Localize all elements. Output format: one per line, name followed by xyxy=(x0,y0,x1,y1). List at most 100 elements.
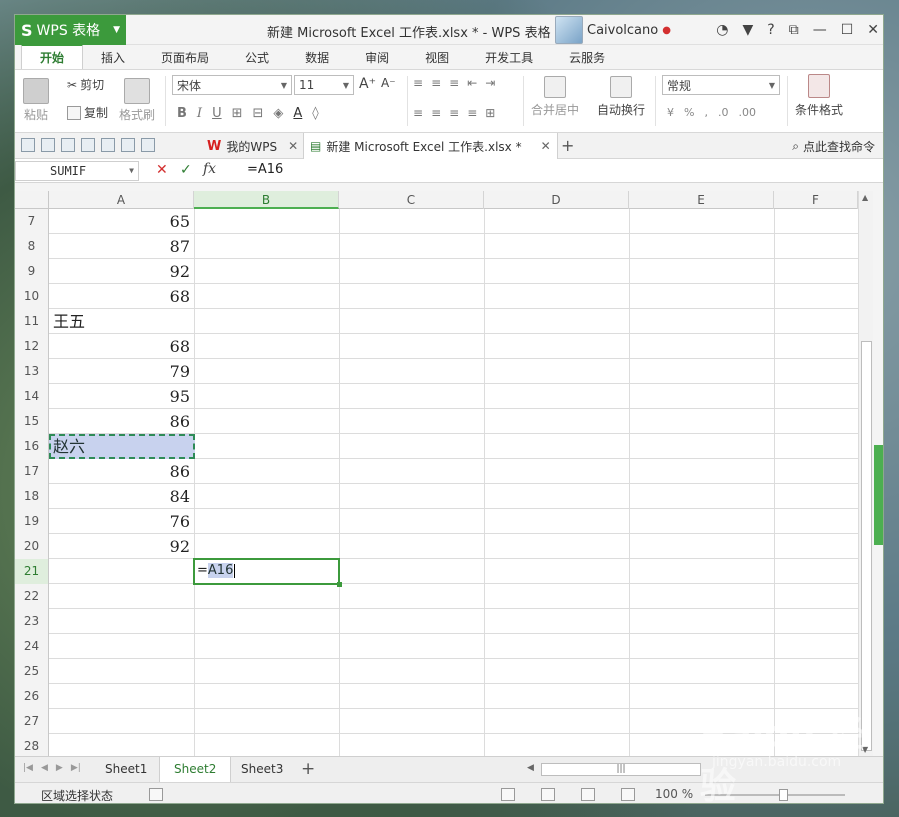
check-icon[interactable]: ✓ xyxy=(180,162,192,178)
cell-a17[interactable]: 86 xyxy=(49,459,194,484)
clear-format-icon[interactable]: ◊ xyxy=(312,106,318,121)
fill-handle[interactable] xyxy=(337,582,342,587)
close-icon[interactable]: ✕ xyxy=(541,139,551,153)
row-header[interactable]: 27 xyxy=(15,709,49,734)
align-middle-icon[interactable]: ≡ xyxy=(431,76,441,90)
chevron-down-icon[interactable]: ▼ xyxy=(129,162,134,180)
font-name-select[interactable]: 宋体 ▼ xyxy=(172,75,292,95)
select-all-corner[interactable] xyxy=(15,191,49,209)
name-box[interactable]: SUMIF ▼ xyxy=(15,161,139,181)
indent-increase-icon[interactable]: ⇥ xyxy=(485,76,495,90)
cell-a8[interactable]: 87 xyxy=(49,234,194,259)
page-break-view-icon[interactable] xyxy=(581,788,595,801)
row-header[interactable]: 11 xyxy=(15,309,49,334)
macro-icon[interactable] xyxy=(149,788,163,801)
cell-a13[interactable]: 79 xyxy=(49,359,194,384)
copy-button[interactable]: 复制 xyxy=(67,104,108,121)
column-header-a[interactable]: A xyxy=(49,191,194,209)
row-header[interactable]: 8 xyxy=(15,234,49,259)
tab-insert[interactable]: 插入 xyxy=(83,46,143,69)
row-header[interactable]: 10 xyxy=(15,284,49,309)
tab-page-layout[interactable]: 页面布局 xyxy=(143,46,227,69)
maximize-button[interactable]: ☐ xyxy=(841,22,854,38)
doc-tab-workbook[interactable]: ▤ 新建 Microsoft Excel 工作表.xlsx * ✕ xyxy=(303,133,558,159)
row-header[interactable]: 21 xyxy=(15,559,49,584)
row-header[interactable]: 26 xyxy=(15,684,49,709)
border-icon[interactable]: ⊞ xyxy=(232,106,243,121)
column-header-c[interactable]: C xyxy=(339,191,484,209)
align-top-icon[interactable]: ≡ xyxy=(413,76,423,90)
column-header-d[interactable]: D xyxy=(484,191,629,209)
row-header[interactable]: 9 xyxy=(15,259,49,284)
formula-input[interactable]: =A16 xyxy=(247,162,283,177)
fill-color-icon[interactable]: ◈ xyxy=(273,106,283,121)
find-command-button[interactable]: ⌕ 点此查找命令 xyxy=(792,138,875,155)
align-right-icon[interactable]: ≡ xyxy=(449,106,459,120)
scroll-thumb[interactable]: ||| xyxy=(541,763,701,776)
vertical-scrollbar[interactable]: ▲ ▼ xyxy=(858,191,873,756)
conditional-format-button[interactable]: 条件格式 xyxy=(795,74,843,118)
row-header[interactable]: 18 xyxy=(15,484,49,509)
insert-function-icon[interactable]: fx xyxy=(203,161,216,177)
scroll-left-icon[interactable]: ◀ xyxy=(527,763,534,773)
cell-editor[interactable]: =A16 xyxy=(197,563,236,578)
last-sheet-icon[interactable]: ▶| xyxy=(71,763,81,773)
tab-review[interactable]: 审阅 xyxy=(347,46,407,69)
merge-center-button[interactable]: 合并居中 xyxy=(531,76,579,118)
cell-a19[interactable]: 76 xyxy=(49,509,194,534)
tab-formulas[interactable]: 公式 xyxy=(227,46,287,69)
merge-border-icon[interactable]: ⊟ xyxy=(252,106,263,121)
tab-home[interactable]: 开始 xyxy=(21,44,84,69)
tab-view[interactable]: 视图 xyxy=(407,46,467,69)
distribute-icon[interactable]: ⊞ xyxy=(485,106,495,120)
cell-a9[interactable]: 92 xyxy=(49,259,194,284)
paste-button[interactable]: 粘贴 xyxy=(23,78,49,123)
column-header-e[interactable]: E xyxy=(629,191,774,209)
decimal-decrease-icon[interactable]: .00 xyxy=(738,106,756,119)
cell-a10[interactable]: 68 xyxy=(49,284,194,309)
save-icon[interactable] xyxy=(41,138,55,152)
minimize-button[interactable]: — xyxy=(813,22,827,38)
sheet-tab-sheet2[interactable]: Sheet2 xyxy=(159,757,232,782)
prev-sheet-icon[interactable]: ◀ xyxy=(41,763,48,773)
row-header[interactable]: 15 xyxy=(15,409,49,434)
scroll-thumb[interactable] xyxy=(861,341,872,751)
user-area[interactable]: Caivolcano ● xyxy=(555,15,671,45)
align-bottom-icon[interactable]: ≡ xyxy=(449,76,459,90)
currency-icon[interactable]: ¥ xyxy=(667,106,674,119)
page-layout-view-icon[interactable] xyxy=(541,788,555,801)
scroll-up-icon[interactable]: ▲ xyxy=(862,193,868,202)
print-preview-icon[interactable] xyxy=(101,138,115,152)
skin-icon[interactable]: ◔ xyxy=(716,22,728,38)
number-format-select[interactable]: 常规 ▼ xyxy=(662,75,780,95)
open-folder-icon[interactable] xyxy=(21,138,35,152)
cell-a11[interactable]: 王五 xyxy=(49,309,194,334)
bold-icon[interactable]: B xyxy=(177,106,187,121)
cell-a18[interactable]: 84 xyxy=(49,484,194,509)
tab-cloud[interactable]: 云服务 xyxy=(551,46,623,69)
row-header[interactable]: 24 xyxy=(15,634,49,659)
wrap-text-button[interactable]: 自动换行 xyxy=(597,76,645,118)
cell-a12[interactable]: 68 xyxy=(49,334,194,359)
first-sheet-icon[interactable]: |◀ xyxy=(23,763,33,773)
tab-developer[interactable]: 开发工具 xyxy=(467,46,551,69)
decimal-increase-icon[interactable]: .0 xyxy=(718,106,729,119)
new-tab-button[interactable]: + xyxy=(561,136,574,155)
user-name[interactable]: Caivolcano xyxy=(587,23,658,38)
print-icon[interactable] xyxy=(81,138,95,152)
row-header[interactable]: 20 xyxy=(15,534,49,559)
underline-icon[interactable]: U xyxy=(212,106,222,121)
row-header[interactable]: 19 xyxy=(15,509,49,534)
column-header-f[interactable]: F xyxy=(774,191,858,209)
undo-icon[interactable] xyxy=(121,138,135,152)
row-header[interactable]: 28 xyxy=(15,734,49,756)
cell-a20[interactable]: 92 xyxy=(49,534,194,559)
shirt-icon[interactable]: ▼ xyxy=(742,22,753,38)
row-header[interactable]: 17 xyxy=(15,459,49,484)
row-header[interactable]: 12 xyxy=(15,334,49,359)
zoom-level[interactable]: 100 % xyxy=(655,787,693,801)
export-pdf-icon[interactable] xyxy=(61,138,75,152)
side-panel-toggle[interactable] xyxy=(874,445,883,545)
sheet-tab-sheet3[interactable]: Sheet3 xyxy=(227,757,297,782)
font-shrink-button[interactable]: A⁻ xyxy=(381,76,396,90)
